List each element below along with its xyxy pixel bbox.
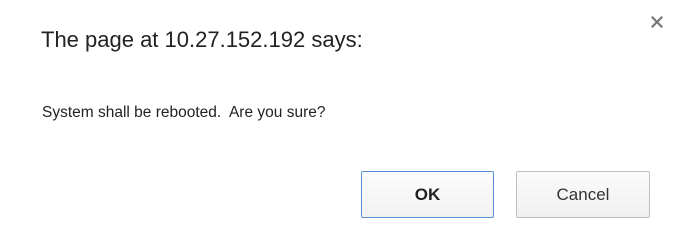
alert-dialog: The page at 10.27.152.192 says: System s… bbox=[0, 0, 675, 252]
cancel-button[interactable]: Cancel bbox=[516, 171, 650, 218]
close-button[interactable] bbox=[647, 12, 667, 32]
dialog-message: System shall be rebooted. Are you sure? bbox=[42, 104, 326, 121]
ok-button[interactable]: OK bbox=[361, 171, 494, 218]
close-icon bbox=[651, 16, 663, 28]
dialog-title: The page at 10.27.152.192 says: bbox=[41, 27, 363, 52]
